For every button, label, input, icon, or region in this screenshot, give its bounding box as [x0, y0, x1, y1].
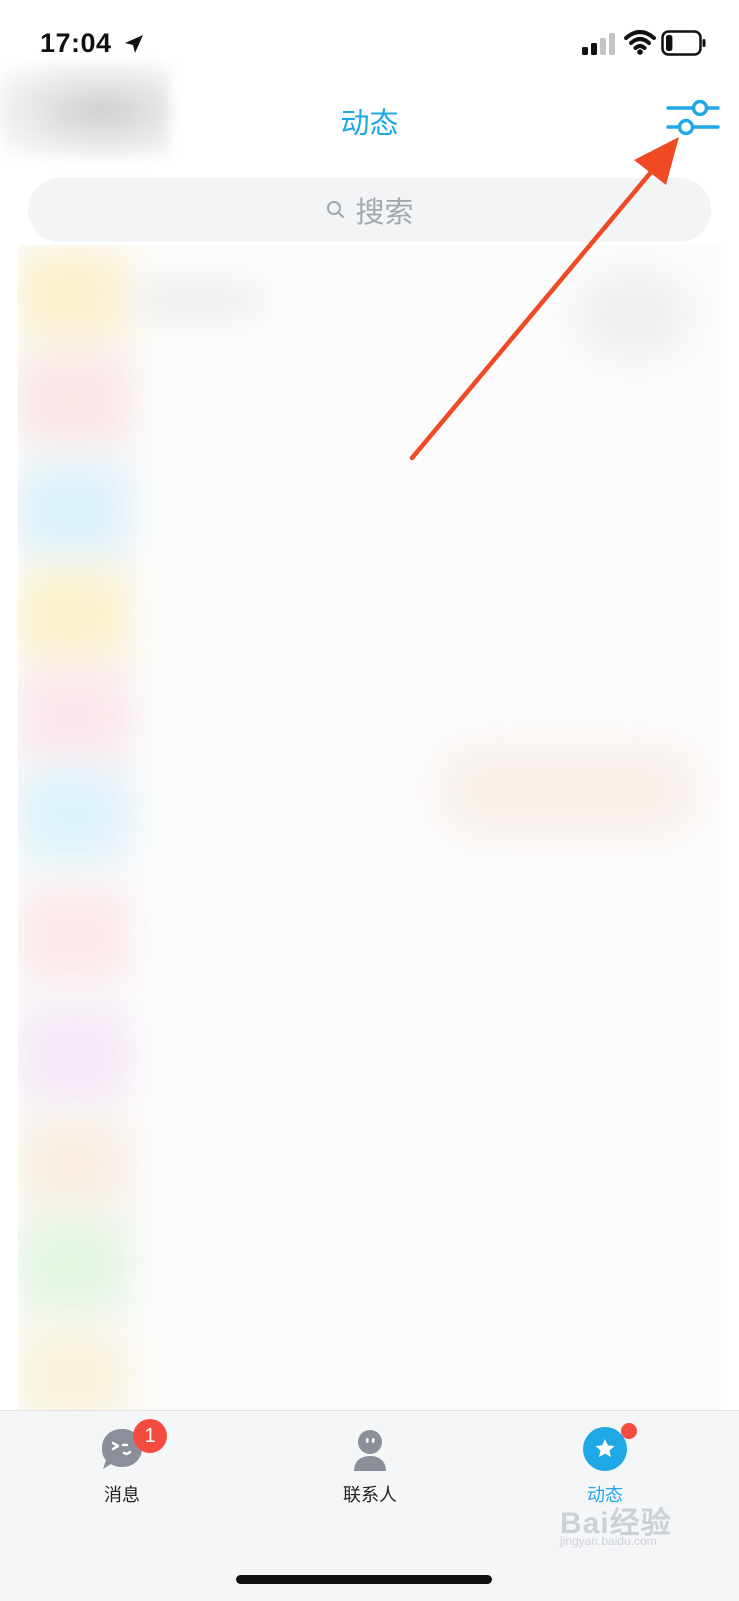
- item-image: [438, 745, 698, 835]
- list-item[interactable]: [18, 460, 721, 560]
- search-bar[interactable]: 搜索: [28, 178, 711, 242]
- tab-messages[interactable]: 1 消息: [32, 1411, 212, 1511]
- item-thumbnail: [18, 1330, 128, 1420]
- wifi-icon: [624, 30, 656, 55]
- item-thumbnail: [18, 770, 128, 860]
- page-title: 动态: [340, 106, 399, 140]
- item-avatar: [578, 275, 688, 355]
- unread-badge: 1: [133, 1419, 167, 1453]
- cellular-signal-icon: [582, 33, 615, 55]
- tab-label: 联系人: [343, 1485, 397, 1506]
- list-item[interactable]: [18, 885, 721, 985]
- search-placeholder: 搜索: [355, 195, 414, 229]
- list-item[interactable]: [18, 1005, 721, 1105]
- list-item[interactable]: [18, 350, 721, 450]
- battery-icon: [661, 30, 706, 56]
- home-indicator[interactable]: [236, 1575, 492, 1584]
- item-thumbnail: [18, 465, 128, 555]
- sliders-filter-icon: [666, 99, 720, 136]
- item-thumbnail: [18, 890, 128, 980]
- item-thumbnail: [18, 1010, 128, 1100]
- item-thumbnail: [18, 1220, 128, 1310]
- filter-settings-button[interactable]: [666, 98, 720, 138]
- watermark-logo: Bai经验 jingyan.baidu.com: [560, 1498, 739, 1554]
- status-time: 17:04: [40, 28, 112, 58]
- list-item[interactable]: [18, 1215, 721, 1315]
- tab-label: 消息: [104, 1485, 140, 1506]
- new-activity-dot: [621, 1423, 637, 1439]
- item-thumbnail: [18, 670, 128, 760]
- search-icon: [327, 201, 345, 218]
- item-thumbnail: [18, 1120, 128, 1210]
- item-thumbnail: [18, 355, 128, 445]
- item-thumbnail: [18, 250, 128, 340]
- contact-person-icon: [354, 1430, 386, 1471]
- list-item[interactable]: [18, 565, 721, 665]
- tab-contacts[interactable]: 联系人: [280, 1411, 460, 1511]
- list-item[interactable]: [18, 1115, 721, 1215]
- item-text: [138, 285, 258, 315]
- feed-list[interactable]: [18, 245, 721, 1440]
- tab-moments[interactable]: 动态: [515, 1411, 695, 1511]
- location-arrow-icon: [125, 35, 143, 53]
- watermark-url: jingyan.baidu.com: [560, 1534, 657, 1548]
- item-thumbnail: [18, 570, 128, 660]
